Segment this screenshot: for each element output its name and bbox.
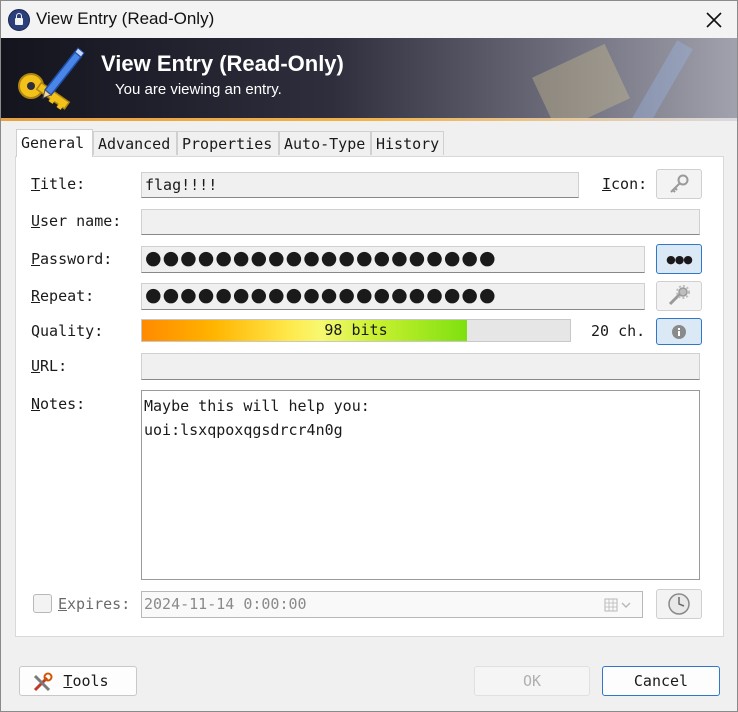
banner-accent-line — [1, 118, 737, 121]
username-label: User name: — [31, 212, 122, 230]
notes-label: Notes: — [31, 395, 86, 413]
header-banner: View Entry (Read-Only) You are viewing a… — [1, 38, 737, 118]
quality-info-button[interactable] — [656, 318, 702, 345]
url-field[interactable] — [141, 353, 700, 380]
username-field[interactable] — [141, 209, 700, 235]
info-icon — [672, 324, 686, 339]
title-bar: View Entry (Read-Only) — [1, 1, 737, 38]
repeat-field[interactable]: ●●●●●●●●●●●●●●●●●●●● — [141, 283, 645, 310]
notes-line: uoi:lsxqpoxqgsdrcr4n0g — [144, 421, 343, 439]
expiry-presets-button[interactable] — [656, 589, 702, 619]
banner-subtitle: You are viewing an entry. — [115, 81, 282, 98]
key-pen-icon — [18, 47, 85, 110]
icon-picker-button[interactable] — [656, 169, 702, 199]
expires-value: 2024-11-14 0:00:00 — [144, 595, 307, 613]
expires-datetime-field[interactable]: 2024-11-14 0:00:00 — [141, 591, 643, 618]
repeat-label: Repeat: — [31, 287, 95, 305]
tools-icon — [33, 672, 53, 692]
keepass-lock-icon — [8, 9, 30, 31]
clock-icon — [668, 593, 690, 615]
calendar-icon[interactable] — [604, 598, 632, 612]
ok-button[interactable]: OK — [474, 666, 590, 696]
title-field[interactable]: flag!!!! — [141, 172, 579, 198]
notes-line: Maybe this will help you: — [144, 397, 370, 415]
url-label: URL: — [31, 357, 68, 375]
expires-checkbox[interactable] — [33, 594, 52, 613]
notes-textarea[interactable]: Maybe this will help you: uoi:lsxqpoxqgs… — [141, 390, 700, 580]
tab-advanced[interactable]: Advanced — [93, 131, 177, 155]
quality-label: Quality: — [31, 322, 104, 340]
quality-bits: 98 bits — [324, 321, 388, 339]
quality-char-count: 20 ch. — [591, 322, 646, 340]
expires-label: Expires: — [58, 595, 131, 613]
password-label: Password: — [31, 250, 113, 268]
banner-title: View Entry (Read-Only) — [101, 51, 344, 76]
tab-general[interactable]: General — [16, 129, 93, 157]
password-quality-bar: 98 bits — [141, 319, 571, 342]
key-icon — [670, 174, 689, 193]
dots-icon: ●●● — [666, 252, 693, 266]
tab-auto-type[interactable]: Auto-Type — [279, 131, 371, 155]
title-label: Title: — [31, 175, 86, 193]
tab-properties[interactable]: Properties — [177, 131, 279, 155]
view-entry-dialog: View Entry (Read-Only) View Entry (Read-… — [0, 0, 738, 712]
password-field[interactable]: ●●●●●●●●●●●●●●●●●●●● — [141, 246, 645, 273]
cancel-button[interactable]: Cancel — [602, 666, 720, 696]
gear-icon — [668, 285, 690, 306]
window-title: View Entry (Read-Only) — [36, 9, 215, 28]
tools-button[interactable]: Tools — [19, 666, 137, 696]
tab-history[interactable]: History — [371, 131, 444, 155]
password-generator-button[interactable] — [656, 281, 702, 311]
close-button[interactable] — [691, 1, 737, 38]
banner-watermark — [532, 40, 693, 118]
icon-label: Icon: — [602, 175, 648, 193]
show-password-toggle[interactable]: ●●● — [656, 244, 702, 274]
close-icon — [706, 11, 722, 28]
